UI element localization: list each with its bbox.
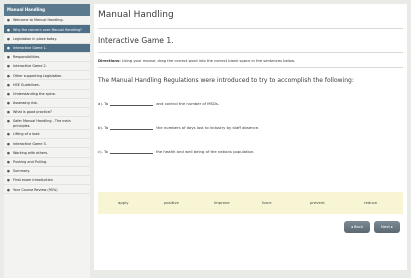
draggable-word[interactable]: improve — [214, 200, 230, 205]
sidebar-item-label: Summary. — [13, 169, 30, 174]
sentence-prefix: b). To — [98, 125, 109, 130]
sidebar-item-label: Lifting of a load. — [13, 132, 41, 137]
draggable-word[interactable]: apply — [118, 200, 128, 205]
sidebar-item-spine[interactable]: ● Understanding the spine. — [4, 90, 90, 99]
divider — [98, 28, 403, 29]
sentence-prefix: c). To — [98, 149, 108, 154]
draggable-word[interactable]: prevent — [310, 200, 325, 205]
content-panel: Manual Handling Interactive Game 1. Dire… — [94, 4, 407, 270]
sentence-c: c). To the health and well being of the … — [98, 147, 255, 154]
sidebar-item-pushing-pulling[interactable]: ● Pushing and Pulling. — [4, 158, 90, 167]
sidebar-item-main-principles[interactable]: ● Safer Manual Handling - The main princi… — [4, 117, 90, 131]
directions-label: Directions: — [98, 59, 121, 63]
sidebar-item-game-1[interactable]: ● Interactive Game 1. — [4, 43, 90, 53]
sidebar-item-label: Legislation in place today. — [13, 36, 57, 41]
course-app: Manual Handling ● Welcome to Manual Handl… — [0, 0, 411, 278]
sidebar-item-label: Interactive Game 2. — [13, 64, 47, 69]
draggable-word[interactable]: reduce — [364, 200, 377, 205]
sentence-suffix: the health and well being of the nations… — [155, 149, 255, 154]
sidebar-item-final-exam[interactable]: ● Final exam introduction — [4, 176, 90, 186]
draggable-word[interactable]: positive — [164, 200, 179, 205]
sidebar-item-label: Interactive Game 3. — [13, 141, 47, 146]
sentence-b: b). To the numbers of days lost to indus… — [98, 123, 259, 130]
sidebar-item-working-with-others[interactable]: ● Working with others. — [4, 148, 90, 158]
sidebar-item-label: Why the concern over Manual Handling? — [13, 27, 82, 32]
sidebar-item-welcome[interactable]: ● Welcome to Manual Handling. — [4, 16, 90, 26]
sidebar-item-game-2[interactable]: ● Interactive Game 2. — [4, 62, 90, 72]
sidebar-item-summary[interactable]: ● Summary. — [4, 167, 90, 176]
sidebar-item-label: Understanding the spine. — [13, 91, 56, 96]
sidebar-item-why-concern[interactable]: ● Why the concern over Manual Handling? — [4, 25, 90, 35]
sidebar-title: Manual Handling — [4, 4, 90, 16]
game-title: Interactive Game 1. — [98, 36, 174, 45]
question-text: The Manual Handling Regulations were int… — [98, 77, 354, 84]
sidebar-item-label: Pushing and Pulling. — [13, 160, 48, 165]
drop-blank[interactable] — [110, 123, 154, 130]
sentence-suffix: the numbers of days lost to industry by … — [156, 125, 260, 130]
sidebar-item-hse-guidelines[interactable]: ● HSE Guidelines. — [4, 80, 90, 90]
sentence-prefix: a). To — [98, 101, 109, 106]
sentence-suffix: and control the number of MSDs. — [156, 101, 220, 106]
drop-blank[interactable] — [110, 99, 154, 106]
sidebar-item-label: Safer Manual Handling - The main princip… — [13, 119, 71, 128]
draggable-word[interactable]: force — [262, 200, 272, 205]
sidebar-item-game-3[interactable]: ● Interactive Game 3. — [4, 139, 90, 149]
sidebar-item-label: Final exam introduction — [13, 178, 53, 183]
next-button[interactable]: Next ▸ — [374, 221, 400, 233]
sidebar-item-label: Welcome to Manual Handling. — [13, 18, 64, 23]
sidebar-item-responsibilities[interactable]: ● Responsibilities. — [4, 53, 90, 62]
directions-text: Directions: Using your mouse, drag the c… — [98, 59, 295, 63]
sidebar-item-assessing-risk[interactable]: ● Assessing risk. — [4, 99, 90, 108]
sidebar-item-label: Other supporting Legislation. — [13, 73, 63, 78]
sidebar-nav: Manual Handling ● Welcome to Manual Handl… — [4, 4, 90, 278]
sidebar-item-label: HSE Guidelines. — [13, 82, 40, 87]
directions-body: Using your mouse, drag the correct word … — [121, 59, 295, 63]
sentence-a: a). To and control the number of MSDs. — [98, 99, 219, 106]
sidebar-item-label: Assessing risk. — [13, 101, 38, 106]
sidebar-item-lifting[interactable]: ● Lifting of a load. — [4, 130, 90, 140]
sidebar-item-label: Working with others. — [13, 150, 49, 155]
sidebar-item-label: What is good practice? — [13, 110, 52, 115]
divider — [98, 52, 403, 53]
drop-blank[interactable] — [109, 147, 153, 154]
sidebar-item-other-legislation[interactable]: ● Other supporting Legislation. — [4, 71, 90, 81]
sidebar-item-course-review[interactable]: ● Your Course Review (95%) — [4, 185, 90, 195]
word-bank: apply positive improve force prevent red… — [98, 192, 403, 214]
sidebar-item-label: Responsibilities. — [13, 55, 41, 60]
divider — [98, 67, 403, 68]
sidebar-item-good-practice[interactable]: ● What is good practice? — [4, 108, 90, 118]
sidebar-item-label: Interactive Game 1. — [13, 45, 47, 50]
page-title: Manual Handling — [98, 10, 174, 20]
sidebar-item-legislation[interactable]: ● Legislation in place today. — [4, 34, 90, 44]
back-button[interactable]: ◂ Back — [344, 221, 370, 233]
sidebar-item-label: Your Course Review (95%) — [13, 187, 58, 192]
